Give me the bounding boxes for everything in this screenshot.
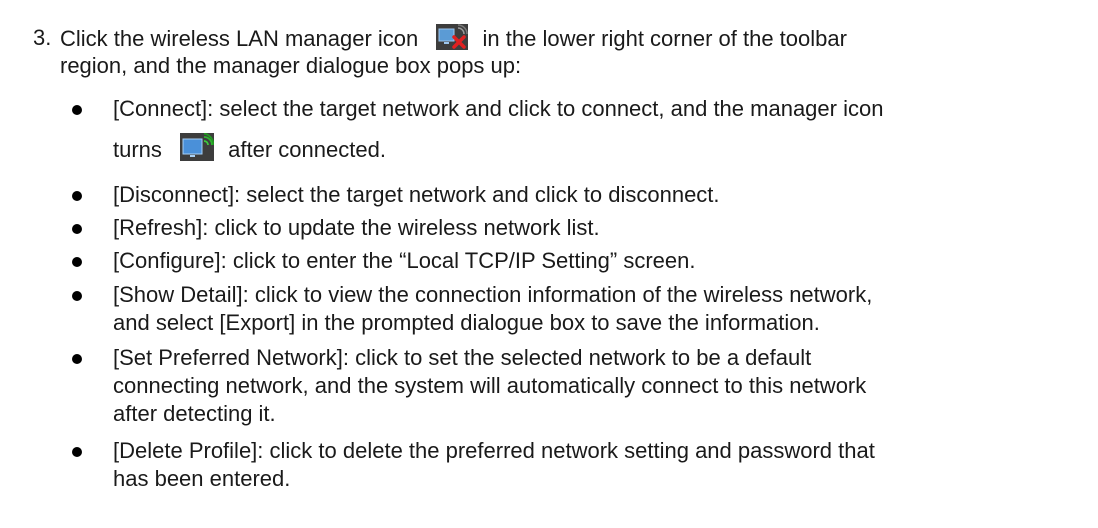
list-item-line: [Delete Profile]: click to delete the pr… [113, 438, 875, 463]
step-text-after-icon: in the lower right corner of the toolbar [482, 26, 847, 51]
list-item-text: [Delete Profile]: click to delete the pr… [113, 437, 1093, 493]
list-item-line: [Set Preferred Network]: click to set th… [113, 345, 812, 370]
list-item-text: [Configure]: click to enter the “Local T… [113, 247, 1093, 275]
list-item-text: [Refresh]: click to update the wireless … [113, 214, 1093, 242]
step-text-line-1: Click the wireless LAN manager icon in t… [60, 24, 847, 53]
bullet-dot [72, 224, 82, 234]
step-text-before-icon: Click the wireless LAN manager icon [60, 26, 419, 51]
connect-text-after-icon: after connected. [228, 137, 386, 162]
bullet-dot [72, 191, 82, 201]
list-item-line: connecting network, and the system will … [113, 373, 867, 398]
list-item-text: [Connect]: select the target network and… [113, 95, 1093, 164]
list-item-line: [Refresh]: click to update the wireless … [113, 215, 600, 240]
step-text-line-2: region, and the manager dialogue box pop… [60, 53, 522, 78]
list-item-line: and select [Export] in the prompted dial… [113, 310, 820, 335]
list-item-line: [Configure]: click to enter the “Local T… [113, 248, 696, 273]
list-item-line: has been entered. [113, 466, 291, 491]
wireless-lan-manager-disconnected-icon [436, 24, 469, 50]
list-item-line: after detecting it. [113, 401, 276, 426]
list-item-line: turns after connected. [113, 132, 1093, 164]
list-item-line: [Connect]: select the target network and… [113, 96, 884, 121]
step-number: 3. [33, 25, 52, 50]
bullet-dot [72, 447, 82, 457]
list-item-line: [Disconnect]: select the target network … [113, 182, 720, 207]
bullet-dot [72, 291, 82, 301]
list-item-text: [Show Detail]: click to view the connect… [113, 281, 1093, 337]
list-item-text: [Disconnect]: select the target network … [113, 181, 1093, 209]
bullet-dot [72, 354, 82, 364]
list-item-line: [Show Detail]: click to view the connect… [113, 282, 873, 307]
connect-text-before-icon: turns [113, 137, 162, 162]
wireless-lan-manager-connected-icon [180, 132, 215, 161]
list-item-text: [Set Preferred Network]: click to set th… [113, 344, 1093, 428]
document-page: 3. Click the wireless LAN manager icon i… [0, 0, 1098, 528]
bullet-dot [72, 257, 82, 267]
bullet-dot [72, 105, 82, 115]
